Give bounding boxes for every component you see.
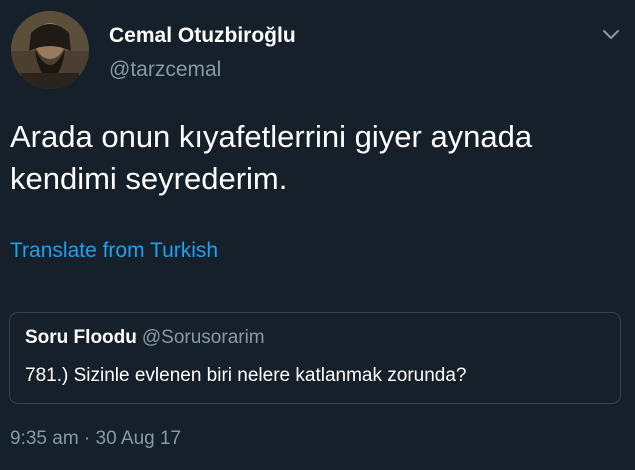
quoted-tweet-handle: @Sorusorarim (141, 327, 265, 348)
quoted-tweet-text: 781.) Sizinle evlenen biri nelere katlan… (25, 365, 467, 386)
author-display-name[interactable]: Cemal Otuzbiroğlu (109, 24, 296, 48)
tweet-text: Arada onun kıyafetlerrini giyer aynada k… (10, 119, 533, 196)
tweet-timestamp[interactable]: 9:35 am · 30 Aug 17 (10, 428, 181, 450)
chevron-down-icon[interactable] (600, 26, 622, 42)
author-handle[interactable]: @tarzcemal (109, 58, 221, 82)
quoted-tweet-display-name: Soru Floodu (25, 327, 137, 348)
translate-link[interactable]: Translate from Turkish (10, 239, 218, 263)
avatar-photo (11, 11, 89, 89)
quoted-tweet-author: Soru Floodu @Sorusorarim (25, 327, 265, 349)
tweet: Cemal Otuzbiroğlu @tarzcemal Arada onun … (0, 0, 635, 470)
avatar[interactable] (11, 11, 89, 89)
quoted-tweet-card[interactable]: Soru Floodu @Sorusorarim 781.) Sizinle ev… (9, 312, 621, 404)
